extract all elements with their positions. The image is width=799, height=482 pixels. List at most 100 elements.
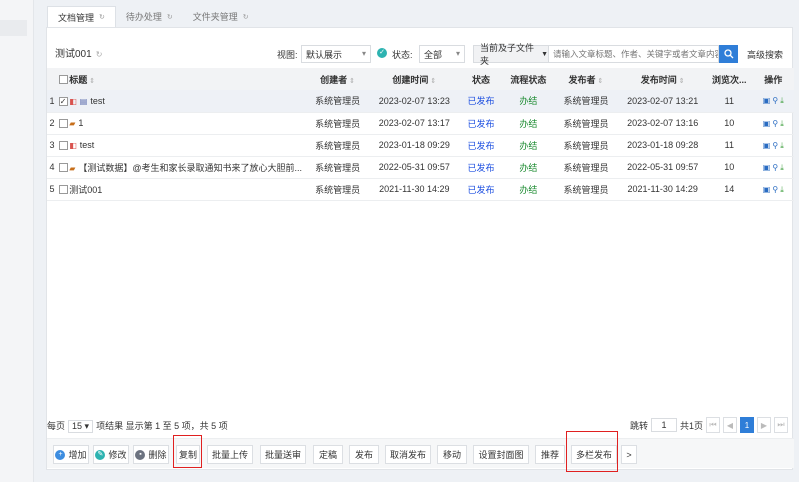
header-creator[interactable]: 创建者 ⇕ bbox=[304, 68, 371, 90]
page-button-current[interactable]: 1 bbox=[740, 417, 754, 433]
preview-icon[interactable]: ▣ bbox=[763, 185, 771, 194]
header-index bbox=[47, 68, 58, 90]
first-page-button[interactable]: ⏮ bbox=[706, 417, 720, 433]
edit-icon: ✎ bbox=[95, 449, 106, 460]
page-title: 测试001 ↻ bbox=[55, 49, 103, 60]
main-panel: 测试001↻ 视图: 默认展示▾ ✓ 状态: 全部▾ 当前及子文件夹▼ 高级搜索… bbox=[46, 27, 794, 470]
trash-icon: ▪ bbox=[135, 449, 146, 460]
row-checkbox[interactable] bbox=[58, 119, 68, 129]
search-icon[interactable]: ⚲ bbox=[772, 141, 778, 150]
sort-icon[interactable]: ⇕ bbox=[430, 78, 436, 85]
search-icon[interactable]: ⚲ bbox=[772, 119, 778, 128]
tab-todo[interactable]: 待办处理 ↻ bbox=[116, 6, 183, 27]
view-label: 视图: bbox=[277, 50, 298, 60]
total-pages: 共1页 bbox=[679, 420, 703, 431]
status-icon: ✓ bbox=[377, 48, 387, 58]
tab-folder-management[interactable]: 文件夹管理 ↻ bbox=[183, 6, 259, 27]
table-row[interactable]: 4 ▰ 【测试数据】@考生和家长录取通知书来了放心大胆前... 系统管理员 202… bbox=[47, 156, 794, 179]
preview-icon[interactable]: ▣ bbox=[763, 141, 771, 150]
header-published[interactable]: 发布时间 ⇕ bbox=[619, 68, 707, 90]
delete-button[interactable]: ▪ 删除 bbox=[133, 445, 169, 464]
view-select[interactable]: 默认展示 ▾ bbox=[301, 45, 371, 63]
row-title[interactable]: ◧ ▤ test bbox=[69, 90, 305, 113]
preview-icon[interactable]: ▣ bbox=[763, 119, 771, 128]
search-icon[interactable]: ⚲ bbox=[772, 163, 778, 172]
set-cover-button[interactable]: 设置封面图 bbox=[473, 445, 529, 464]
image-icon: ▰ bbox=[69, 163, 76, 173]
last-page-button[interactable]: ⏭ bbox=[774, 417, 788, 433]
table-row[interactable]: 2 ▰ 1 系统管理员 2023-02-07 13:17 已发布 办结 系统管理员… bbox=[47, 112, 794, 135]
preview-icon[interactable]: ▣ bbox=[763, 96, 771, 105]
refresh-icon[interactable]: ↻ bbox=[243, 13, 249, 21]
publish-button[interactable]: 发布 bbox=[349, 445, 379, 464]
highlight-copy bbox=[173, 435, 202, 468]
row-title[interactable]: ◧ test bbox=[69, 134, 305, 157]
search-input[interactable] bbox=[549, 45, 719, 63]
refresh-icon[interactable]: ↻ bbox=[167, 13, 173, 21]
batch-upload-button[interactable]: 批量上传 bbox=[207, 445, 253, 464]
search-button[interactable] bbox=[719, 45, 738, 63]
row-checkbox[interactable] bbox=[58, 185, 68, 195]
search-icon[interactable]: ⚲ bbox=[772, 185, 778, 194]
table-row[interactable]: 1 ✓ ◧ ▤ test 系统管理员 2023-02-07 13:23 已发布 办结… bbox=[47, 90, 794, 113]
advanced-search-link[interactable]: 高级搜索 bbox=[747, 48, 783, 61]
download-icon[interactable]: ⤓ bbox=[780, 119, 784, 128]
row-checkbox[interactable]: ✓ bbox=[58, 96, 68, 106]
row-operations: ▣ ⚲ ⤓ bbox=[752, 156, 794, 179]
recommend-button[interactable]: 推荐 bbox=[535, 445, 565, 464]
sidebar-item[interactable] bbox=[0, 20, 27, 36]
download-icon[interactable]: ⤓ bbox=[780, 185, 784, 194]
header-publisher[interactable]: 发布者 ⇕ bbox=[552, 68, 620, 90]
row-checkbox[interactable] bbox=[58, 163, 68, 173]
edit-button[interactable]: ✎ 修改 bbox=[93, 445, 129, 464]
jump-input[interactable]: 1 bbox=[650, 418, 677, 432]
header-operations: 操作 bbox=[752, 68, 794, 90]
select-all-checkbox[interactable] bbox=[58, 75, 68, 85]
sort-icon[interactable]: ⇕ bbox=[679, 78, 685, 85]
row-operations: ▣ ⚲ ⤓ bbox=[752, 90, 794, 113]
download-icon[interactable]: ⤓ bbox=[780, 163, 784, 172]
header-views[interactable]: 浏览次... bbox=[706, 68, 753, 90]
header-created[interactable]: 创建时间 ⇕ bbox=[370, 68, 458, 90]
add-button[interactable]: + 增加 bbox=[53, 445, 89, 464]
doc-icon: ▤ bbox=[79, 96, 88, 106]
download-icon[interactable]: ⤓ bbox=[780, 141, 784, 150]
preview-icon[interactable]: ▣ bbox=[763, 163, 771, 172]
batch-review-button[interactable]: 批量送审 bbox=[260, 445, 306, 464]
sort-icon[interactable]: ⇕ bbox=[89, 78, 95, 85]
toolbar: 测试001↻ 视图: 默认展示▾ ✓ 状态: 全部▾ 当前及子文件夹▼ 高级搜索 bbox=[47, 28, 794, 68]
caret-down-icon: ▼ bbox=[541, 50, 548, 58]
move-button[interactable]: 移动 bbox=[437, 445, 467, 464]
row-operations: ▣ ⚲ ⤓ bbox=[752, 112, 794, 135]
html-doc-icon: ◧ bbox=[69, 96, 77, 106]
finalize-button[interactable]: 定稿 bbox=[313, 445, 343, 464]
status-select[interactable]: 全部 ▾ bbox=[419, 45, 465, 63]
header-checkbox[interactable] bbox=[57, 68, 70, 90]
header-flow-status: 流程状态 bbox=[504, 68, 553, 90]
row-title[interactable]: ▰ 【测试数据】@考生和家长录取通知书来了放心大胆前... bbox=[69, 156, 305, 179]
scope-select[interactable]: 当前及子文件夹 ▼ bbox=[473, 43, 549, 66]
sort-icon[interactable]: ⇕ bbox=[598, 78, 604, 85]
tab-bar: 文档管理 ↻ 待办处理 ↻ 文件夹管理 ↻ bbox=[47, 6, 259, 27]
more-button[interactable]: > bbox=[621, 445, 637, 464]
search-icon[interactable]: ⚲ bbox=[772, 96, 778, 105]
table-row[interactable]: 3 ◧ test 系统管理员 2023-01-18 09:29 已发布 办结 系统… bbox=[47, 134, 794, 157]
next-page-button[interactable]: ▶ bbox=[757, 417, 771, 433]
row-title[interactable]: 测试001 bbox=[69, 178, 305, 201]
refresh-icon[interactable]: ↻ bbox=[99, 13, 105, 21]
row-checkbox[interactable] bbox=[58, 141, 68, 151]
page-size-select[interactable]: 15 ▾ bbox=[68, 420, 94, 433]
refresh-icon[interactable]: ↻ bbox=[96, 50, 103, 59]
unpublish-button[interactable]: 取消发布 bbox=[385, 445, 431, 464]
download-icon[interactable]: ⤓ bbox=[780, 96, 784, 105]
header-title[interactable]: 标题 ⇕ bbox=[69, 68, 305, 90]
prev-page-button[interactable]: ◀ bbox=[723, 417, 737, 433]
row-title[interactable]: ▰ 1 bbox=[69, 112, 305, 135]
left-sidebar bbox=[0, 0, 34, 482]
image-icon: ▰ bbox=[69, 119, 76, 128]
search-icon bbox=[723, 49, 733, 59]
tab-document-management[interactable]: 文档管理 ↻ bbox=[47, 6, 116, 27]
sort-icon[interactable]: ⇕ bbox=[349, 78, 355, 85]
table-row[interactable]: 5 测试001 系统管理员 2021-11-30 14:29 已发布 办结 系统… bbox=[47, 178, 794, 201]
chevron-down-icon: ▾ bbox=[455, 49, 460, 58]
